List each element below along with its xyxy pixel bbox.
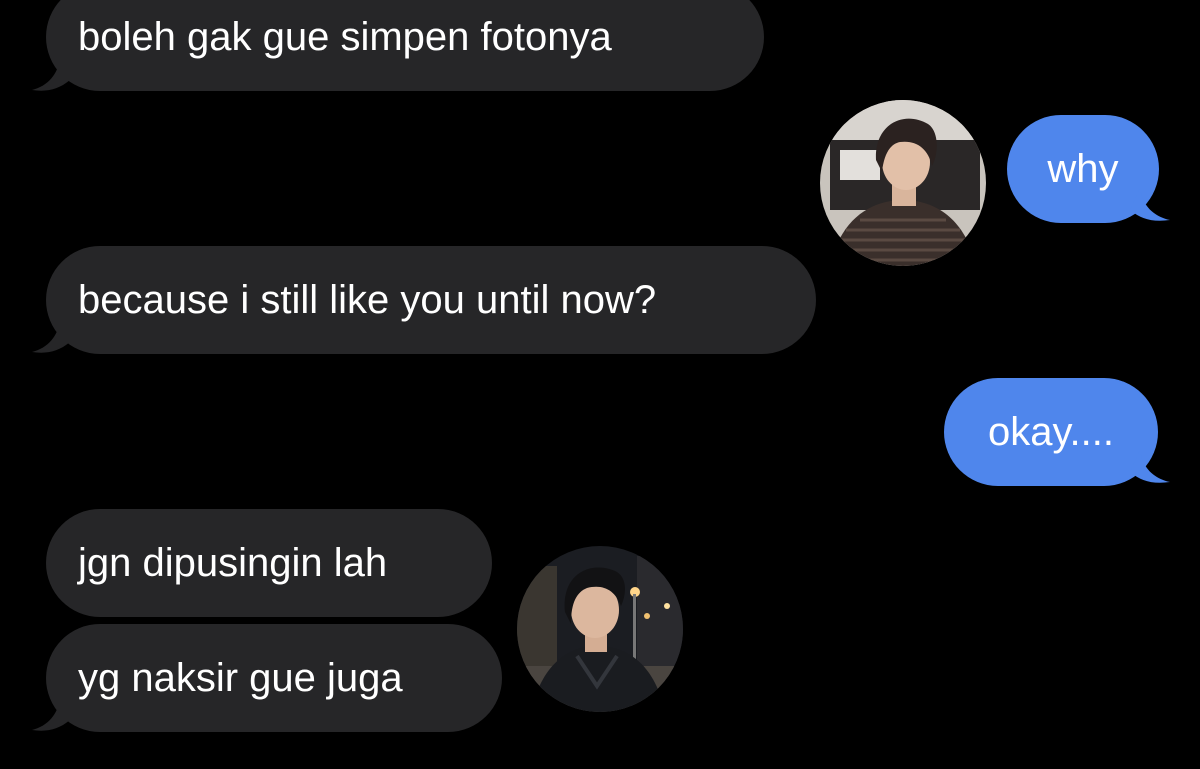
message-text: boleh gak gue simpen fotonya [78, 15, 612, 59]
message-bubble-received[interactable]: yg naksir gue juga [46, 624, 502, 732]
bubble-tail-left-icon [32, 320, 70, 353]
message-text: yg naksir gue juga [78, 656, 403, 700]
message-text: why [1047, 147, 1119, 191]
message-bubble-sent[interactable]: okay.... [944, 378, 1158, 486]
message-bubble-received[interactable]: boleh gak gue simpen fotonya [46, 0, 764, 91]
contact-avatar-photo [820, 100, 986, 266]
bubble-tail-left-icon [32, 698, 70, 731]
message-text: jgn dipusingin lah [78, 541, 388, 585]
sender-avatar-photo [517, 546, 683, 712]
person-photo-icon [820, 100, 986, 266]
message-bubble-received[interactable]: because i still like you until now? [46, 246, 816, 354]
bubble-tail-right-icon [1130, 450, 1170, 483]
message-text: because i still like you until now? [78, 278, 657, 322]
message-bubble-received[interactable]: jgn dipusingin lah [46, 509, 492, 617]
message-text: okay.... [988, 410, 1114, 454]
bubble-tail-right-icon [1130, 188, 1170, 221]
bubble-tail-left-icon [32, 58, 70, 91]
person-photo-icon [517, 546, 683, 712]
